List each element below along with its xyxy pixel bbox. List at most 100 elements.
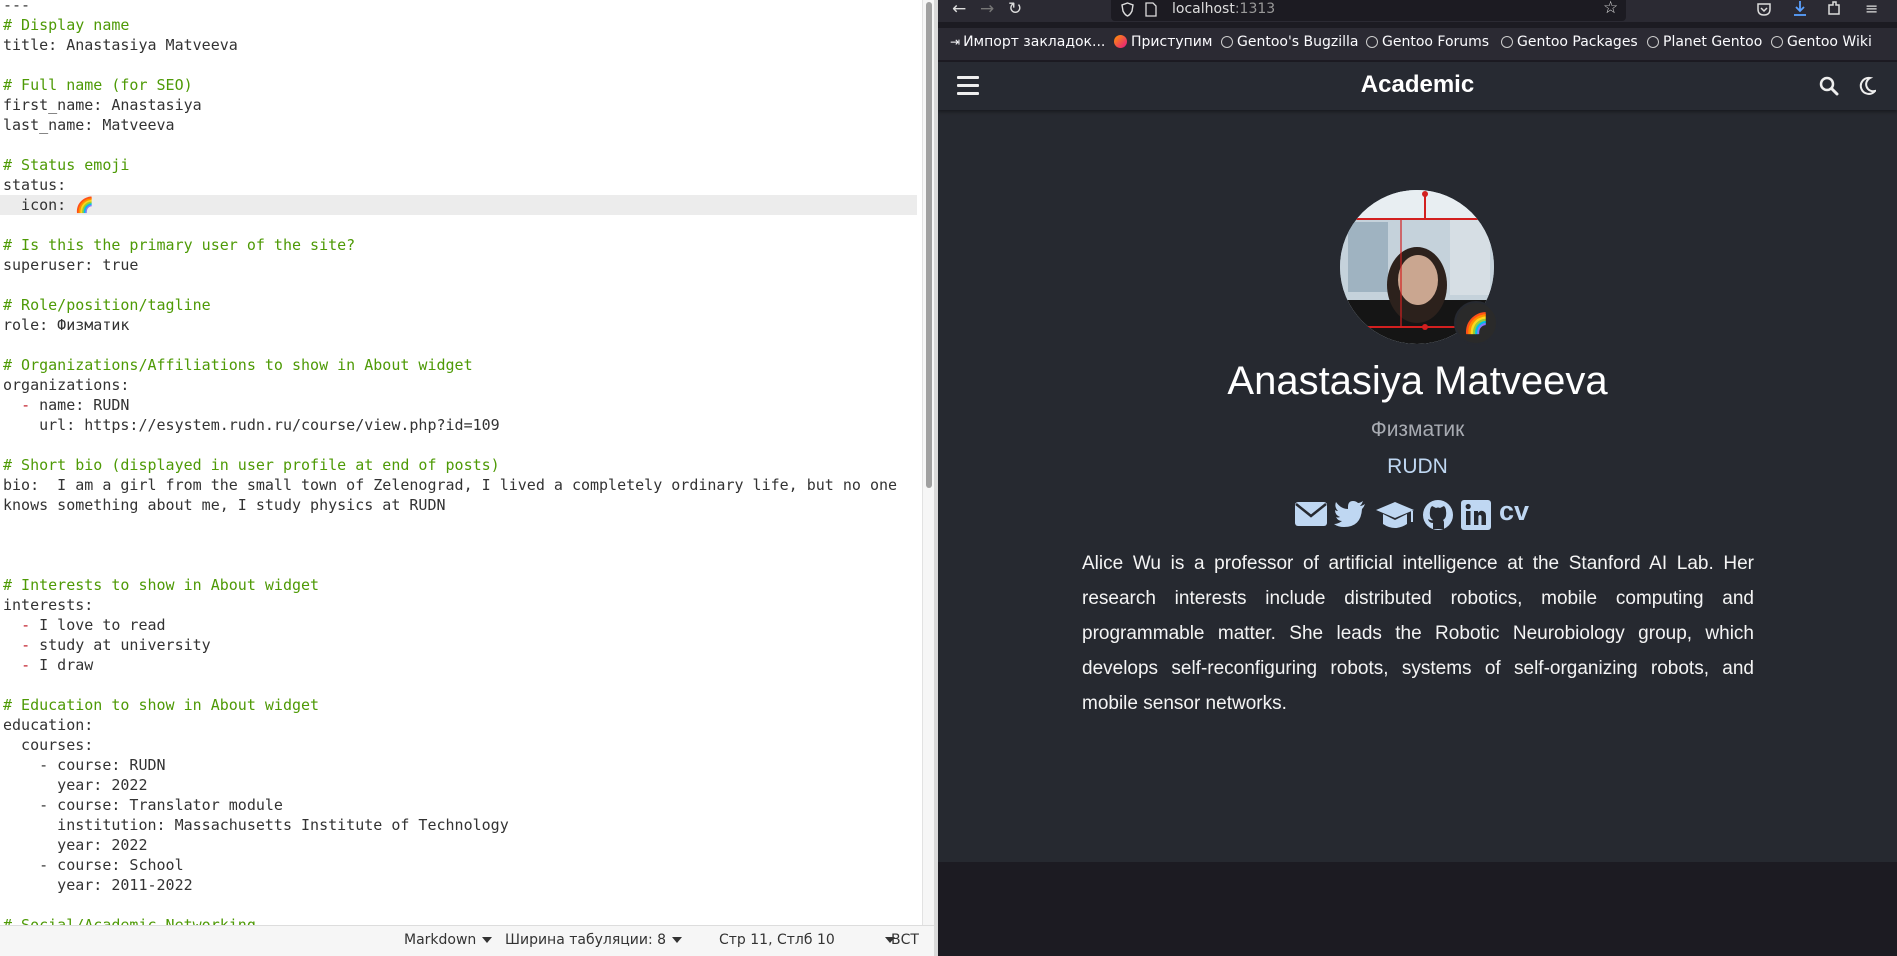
code-line[interactable]: # Full name (for SEO) bbox=[3, 75, 917, 95]
code-line[interactable]: courses: bbox=[3, 735, 917, 755]
line-text: year: 2022 bbox=[3, 776, 148, 794]
line-text: bio: I am a girl from the small town of … bbox=[3, 476, 898, 494]
code-line[interactable]: bio: I am a girl from the small town of … bbox=[3, 475, 917, 495]
cv-icon[interactable]: cv bbox=[1499, 496, 1529, 527]
line-text: organizations: bbox=[3, 376, 130, 394]
code-line[interactable]: status: bbox=[3, 175, 917, 195]
line-text: - course: RUDN bbox=[3, 756, 166, 774]
bookmark-gentoo-wiki[interactable]: Gentoo Wiki bbox=[1771, 34, 1872, 50]
back-arrow-icon[interactable]: ← bbox=[952, 0, 966, 18]
bookmark-gentoo-packages[interactable]: Gentoo Packages bbox=[1501, 34, 1638, 50]
code-line[interactable]: # Social/Academic Networking bbox=[3, 915, 917, 925]
code-line[interactable]: year: 2022 bbox=[3, 775, 917, 795]
code-line[interactable]: organizations: bbox=[3, 375, 917, 395]
line-text: last_name: Matveeva bbox=[3, 116, 175, 134]
text-editor[interactable]: --- # Display name title: Anastasiya Matve… bbox=[0, 0, 917, 925]
list-dash: - bbox=[21, 616, 40, 634]
code-line[interactable]: # Status emoji bbox=[3, 155, 917, 175]
code-line[interactable] bbox=[3, 515, 917, 535]
code-line[interactable] bbox=[3, 435, 917, 455]
reload-icon[interactable]: ↻ bbox=[1008, 0, 1022, 18]
code-line[interactable] bbox=[3, 895, 917, 915]
github-icon[interactable] bbox=[1422, 499, 1454, 531]
code-line[interactable] bbox=[3, 675, 917, 695]
code-line[interactable]: - study at university bbox=[3, 635, 917, 655]
site-title[interactable]: Academic bbox=[938, 71, 1897, 99]
language-selector[interactable]: Markdown bbox=[404, 932, 493, 948]
graduation-cap-icon[interactable] bbox=[1376, 502, 1414, 530]
code-line[interactable]: - course: RUDN bbox=[3, 755, 917, 775]
code-area[interactable]: --- # Display name title: Anastasiya Matve… bbox=[0, 0, 917, 925]
code-line[interactable]: - course: School bbox=[3, 855, 917, 875]
line-text: name: RUDN bbox=[39, 396, 130, 414]
code-line[interactable] bbox=[3, 215, 917, 235]
code-line[interactable]: - I draw bbox=[3, 655, 917, 675]
linkedin-icon[interactable] bbox=[1461, 500, 1491, 530]
code-line[interactable]: institution: Massachusetts Institute of … bbox=[3, 815, 917, 835]
tab-width-selector[interactable]: Ширина табуляции: 8 bbox=[505, 932, 683, 948]
code-line[interactable]: # Role/position/tagline bbox=[3, 295, 917, 315]
cursor-position-selector[interactable]: Стр 11, Стлб 10 bbox=[719, 932, 895, 948]
dark-mode-moon-icon[interactable] bbox=[1858, 76, 1876, 96]
code-line[interactable]: year: 2022 bbox=[3, 835, 917, 855]
twitter-icon[interactable] bbox=[1334, 501, 1366, 528]
code-line[interactable]: --- bbox=[3, 0, 917, 15]
profile-organization-link[interactable]: RUDN bbox=[938, 455, 1897, 479]
code-line[interactable] bbox=[3, 555, 917, 575]
code-line[interactable]: # Short bio (displayed in user profile a… bbox=[3, 455, 917, 475]
insert-mode-indicator[interactable]: ВСТ bbox=[891, 932, 919, 948]
comment-text: # Is this the primary user of the site? bbox=[3, 236, 356, 254]
browser-window: ← → ↻ localhost:1313 ☆ ≡ ⇥ Импорт закладо… bbox=[938, 0, 1897, 956]
extensions-icon[interactable] bbox=[1826, 0, 1842, 17]
code-line[interactable]: # Organizations/Affiliations to show in … bbox=[3, 355, 917, 375]
pocket-icon[interactable] bbox=[1756, 1, 1772, 17]
bookmark-star-icon[interactable]: ☆ bbox=[1603, 0, 1618, 17]
editor-scroll-thumb[interactable] bbox=[926, 2, 932, 488]
bookmark-getting-started[interactable]: Приступим bbox=[1114, 34, 1212, 50]
code-line[interactable]: interests: bbox=[3, 595, 917, 615]
bookmark-gentoo-bugzilla[interactable]: Gentoo's Bugzilla bbox=[1221, 34, 1359, 50]
line-text: I love to read bbox=[39, 616, 166, 634]
code-line[interactable] bbox=[3, 275, 917, 295]
code-line[interactable]: knows something about me, I study physic… bbox=[3, 495, 917, 515]
code-line[interactable]: year: 2011-2022 bbox=[3, 875, 917, 895]
code-line[interactable]: first_name: Anastasiya bbox=[3, 95, 917, 115]
bookmark-import[interactable]: ⇥ Импорт закладок... bbox=[950, 34, 1105, 50]
code-line[interactable]: url: https://esystem.rudn.ru/course/view… bbox=[3, 415, 917, 435]
code-line[interactable]: - course: Translator module bbox=[3, 795, 917, 815]
code-line[interactable]: # Interests to show in About widget bbox=[3, 575, 917, 595]
envelope-icon[interactable] bbox=[1295, 502, 1327, 526]
downloads-icon[interactable] bbox=[1792, 0, 1808, 17]
line-text: icon: 🌈 bbox=[3, 196, 94, 214]
code-line[interactable]: # Is this the primary user of the site? bbox=[3, 235, 917, 255]
code-line[interactable]: role: Физматик bbox=[3, 315, 917, 335]
code-line[interactable]: last_name: Matveeva bbox=[3, 115, 917, 135]
web-page: Academic 🌈 Anastasiya Matveeva Физматик … bbox=[938, 62, 1897, 862]
code-line[interactable] bbox=[3, 335, 917, 355]
code-line[interactable]: education: bbox=[3, 715, 917, 735]
menu-icon[interactable]: ≡ bbox=[1865, 0, 1878, 18]
code-line[interactable] bbox=[3, 535, 917, 555]
code-line[interactable]: icon: 🌈 bbox=[0, 195, 917, 215]
forward-arrow-icon[interactable]: → bbox=[980, 0, 994, 18]
globe-icon bbox=[1647, 36, 1659, 48]
code-line[interactable]: superuser: true bbox=[3, 255, 917, 275]
globe-icon bbox=[1366, 36, 1378, 48]
code-line[interactable] bbox=[3, 135, 917, 155]
search-icon[interactable] bbox=[1819, 76, 1839, 96]
list-dash: - bbox=[21, 396, 40, 414]
code-line[interactable]: # Education to show in About widget bbox=[3, 695, 917, 715]
url-bar[interactable]: localhost:1313 ☆ bbox=[1111, 0, 1626, 21]
code-line[interactable] bbox=[3, 55, 917, 75]
code-line[interactable]: - I love to read bbox=[3, 615, 917, 635]
bookmark-gentoo-forums[interactable]: Gentoo Forums bbox=[1366, 34, 1489, 50]
code-line[interactable]: # Display name bbox=[3, 15, 917, 35]
bookmark-label: Gentoo Packages bbox=[1517, 34, 1638, 50]
bookmark-planet-gentoo[interactable]: Planet Gentoo bbox=[1647, 34, 1762, 50]
tab-width-label: Ширина табуляции: 8 bbox=[505, 932, 667, 948]
shield-icon[interactable] bbox=[1121, 2, 1134, 17]
code-line[interactable]: title: Anastasiya Matveeva bbox=[3, 35, 917, 55]
bookmark-label: Импорт закладок... bbox=[963, 34, 1106, 50]
code-line[interactable]: - name: RUDN bbox=[3, 395, 917, 415]
